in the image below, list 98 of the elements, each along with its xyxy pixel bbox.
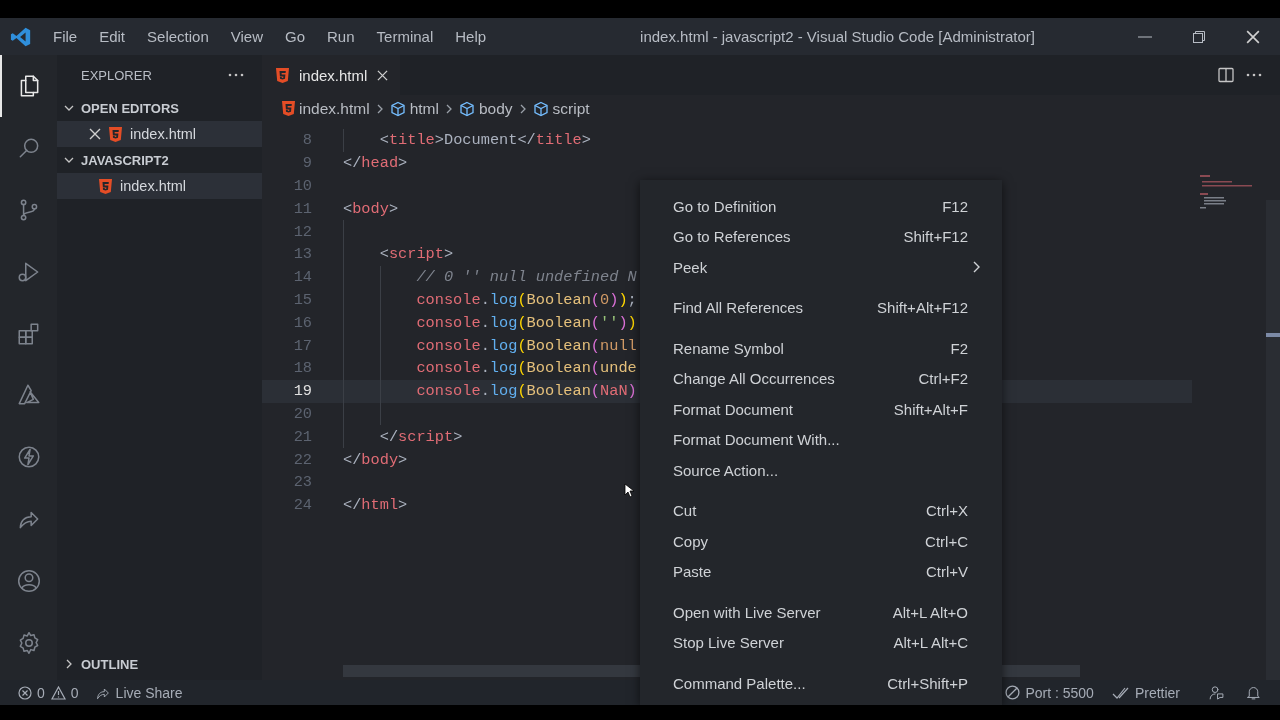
menu-item[interactable]: Stop Live Server Alt+L Alt+C <box>640 627 1002 658</box>
html-file-icon <box>282 101 295 116</box>
error-count[interactable]: 0 <box>37 684 45 701</box>
code-line: <script> <box>379 245 454 264</box>
prettier-item[interactable]: Prettier <box>1134 684 1180 701</box>
menu-item[interactable]: Paste Ctrl+V <box>640 556 1002 587</box>
menu-item[interactable]: Source Action... <box>640 455 1002 486</box>
cube-icon <box>389 100 406 117</box>
mouse-cursor-icon <box>624 483 634 498</box>
code-line: </head> <box>343 154 408 173</box>
warning-icon <box>50 685 66 700</box>
menu-item[interactable]: Copy Ctrl+C <box>640 526 1002 557</box>
menu-item[interactable]: Go to References Shift+F12 <box>640 221 1002 252</box>
menu-item[interactable]: Peek <box>640 252 1002 283</box>
error-icon <box>18 685 32 700</box>
code-line: <body> <box>343 199 399 218</box>
close-icon[interactable] <box>1246 29 1260 44</box>
code-line: // 0 '' null undefined N <box>416 268 637 287</box>
code-line: console.log(Boolean('')) <box>416 313 637 332</box>
line-number: 18 <box>292 359 313 378</box>
code-line: console.log(Boolean(unde <box>416 359 637 378</box>
html-file-icon <box>109 126 122 142</box>
line-number: 24 <box>292 496 313 515</box>
section-header[interactable]: OUTLINE <box>81 656 139 672</box>
menu-item[interactable]: Open with Live Server Alt+L Alt+O <box>640 597 1002 628</box>
cube-icon <box>532 100 549 117</box>
window-title: index.html - javascript2 - Visual Studio Code [Administrator] <box>639 28 1036 45</box>
breadcrumb-item[interactable]: index.html <box>299 99 370 118</box>
close-icon[interactable] <box>377 69 389 81</box>
line-number: 14 <box>292 268 313 287</box>
port-item[interactable]: Port : 5500 <box>1025 684 1094 701</box>
minimize-icon <box>1138 35 1152 38</box>
double-check-icon <box>1111 685 1130 700</box>
section-header[interactable]: JAVASCRIPT2 <box>81 152 169 168</box>
html-file-icon <box>99 178 112 194</box>
code-line: console.log(Boolean(null <box>416 336 637 355</box>
menu-item[interactable]: Selection <box>136 28 220 45</box>
line-number: 17 <box>292 336 313 355</box>
menu-item[interactable]: Help <box>444 28 498 45</box>
breadcrumb-item[interactable]: html <box>409 99 439 118</box>
menu-item[interactable]: Run <box>316 28 366 45</box>
code-line: </script> <box>379 427 463 446</box>
breadcrumb-item[interactable]: script <box>552 99 590 118</box>
line-number: 16 <box>292 313 313 332</box>
more-icon[interactable] <box>228 73 244 77</box>
line-number: 20 <box>292 404 313 423</box>
bell-icon[interactable] <box>1245 684 1262 701</box>
menu-item[interactable]: Change All Occurrences Ctrl+F2 <box>640 363 1002 394</box>
menu-item[interactable]: Format Document Shift+Alt+F <box>640 394 1002 425</box>
menu-item[interactable]: Format Document With... <box>640 424 1002 455</box>
code-line: <title>Document</title> <box>379 131 591 150</box>
section-header[interactable]: OPEN EDITORS <box>81 100 179 116</box>
line-number: 22 <box>292 450 313 469</box>
menu-item[interactable]: Edit <box>88 28 137 45</box>
line-number: 15 <box>292 290 313 309</box>
line-number: 21 <box>292 427 313 446</box>
chevron-right-icon <box>972 260 981 275</box>
html-file-icon <box>276 67 289 83</box>
line-number: 13 <box>292 245 313 264</box>
menu-item[interactable]: File <box>42 28 89 45</box>
menu-item[interactable]: Command Palette... Ctrl+Shift+P <box>640 668 1002 699</box>
chevron-right-icon <box>375 102 384 115</box>
code-line: </body> <box>343 450 408 469</box>
warning-count[interactable]: 0 <box>70 684 79 701</box>
code-line: console.log(Boolean(0)); <box>416 290 637 309</box>
line-number: 19 <box>292 382 313 401</box>
menu-item[interactable]: Cut Ctrl+X <box>640 495 1002 526</box>
scrollbar-marker <box>1266 333 1280 337</box>
editor-tab[interactable]: index.html <box>262 55 401 95</box>
menu-item[interactable]: Rename Symbol F2 <box>640 333 1002 364</box>
app-logo <box>10 25 32 48</box>
cube-icon <box>458 100 475 117</box>
menu-item[interactable]: Go to Definition F12 <box>640 191 1002 222</box>
feedback-icon[interactable] <box>1208 684 1225 701</box>
split-editor-icon[interactable] <box>1218 67 1234 83</box>
breadcrumb-item[interactable]: body <box>478 99 513 118</box>
more-icon[interactable] <box>1246 73 1262 77</box>
line-number: 23 <box>292 473 313 492</box>
sidebar-title: EXPLORER <box>81 67 152 83</box>
line-number: 11 <box>292 199 313 218</box>
menu-item[interactable]: Go <box>274 28 316 45</box>
code-line: console.log(Boolean(NaN) <box>416 382 637 401</box>
code-line: </html> <box>343 496 408 515</box>
menu-item[interactable]: View <box>219 28 274 45</box>
line-number: 12 <box>292 222 313 241</box>
restore-icon <box>1192 29 1206 44</box>
line-number: 10 <box>292 177 313 195</box>
live-share-item[interactable]: Live Share <box>115 684 183 701</box>
menu-item[interactable]: Terminal <box>365 28 445 45</box>
line-number: 8 <box>301 131 313 150</box>
menu-item[interactable]: Find All References Shift+Alt+F12 <box>640 292 1002 323</box>
port-icon <box>1005 685 1021 700</box>
line-number: 9 <box>301 154 313 173</box>
chevron-right-icon <box>518 102 527 115</box>
chevron-right-icon <box>444 102 453 115</box>
scrollbar[interactable] <box>1266 200 1280 680</box>
close-icon[interactable] <box>89 128 101 140</box>
account-icon[interactable] <box>15 568 42 595</box>
